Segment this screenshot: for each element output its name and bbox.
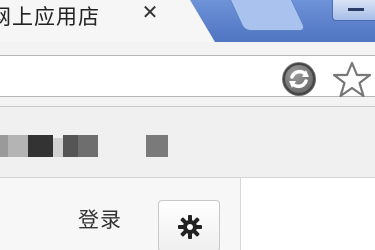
new-tab-button[interactable] [230, 0, 307, 31]
tab-title: 网上应用店 [0, 5, 100, 29]
tab-strip: 网上应用店 ✕ [0, 0, 375, 42]
bookmark-item[interactable] [78, 135, 98, 157]
login-link[interactable]: 登录 [78, 204, 122, 234]
bookmark-star-icon[interactable] [332, 60, 372, 100]
toolbar [0, 42, 375, 107]
settings-button[interactable] [158, 200, 220, 250]
minimize-icon [348, 8, 364, 11]
sync-icon[interactable] [282, 62, 316, 96]
tab-active[interactable]: 网上应用店 ✕ [0, 0, 215, 42]
minimize-button[interactable] [332, 0, 375, 21]
bookmark-item[interactable] [146, 135, 168, 157]
page-right-panel [241, 178, 375, 250]
bookmark-item[interactable] [0, 135, 8, 157]
bookmarks-bar [0, 107, 375, 178]
gear-icon [178, 215, 202, 239]
bookmark-item[interactable] [28, 135, 53, 157]
browser-window: 网上应用店 ✕ 登录 [0, 0, 375, 250]
bookmark-item[interactable] [8, 135, 28, 157]
tab-close-icon[interactable]: ✕ [138, 0, 162, 24]
bookmark-item[interactable] [53, 138, 63, 157]
address-bar[interactable] [0, 55, 375, 97]
bookmark-item[interactable] [63, 135, 78, 157]
